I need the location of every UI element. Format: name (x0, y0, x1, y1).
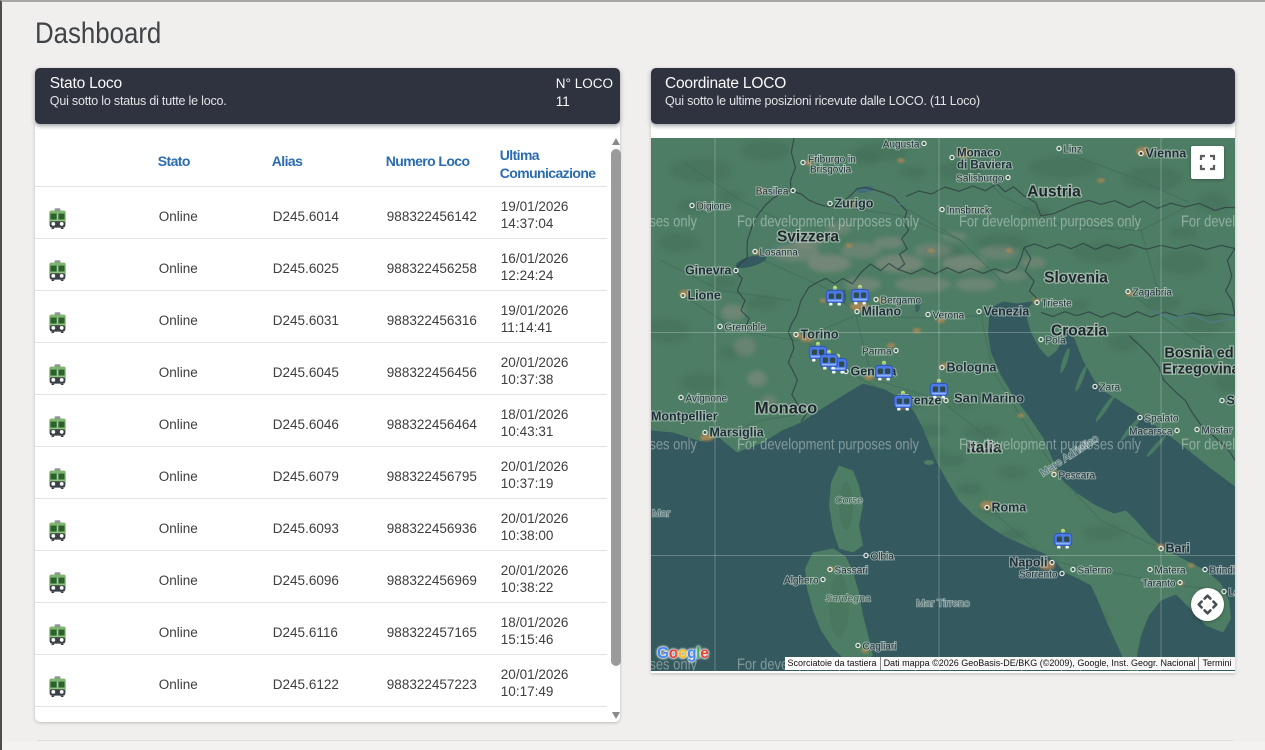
svg-text:For development purposes only: For development purposes only (737, 213, 919, 230)
svg-text:Losanna: Losanna (759, 247, 798, 258)
svg-text:Venezia: Venezia (983, 304, 1030, 318)
svg-text:Brindisi: Brindisi (1209, 565, 1235, 576)
svg-text:Augusta: Augusta (882, 139, 919, 150)
svg-text:Avignone: Avignone (685, 393, 727, 404)
svg-text:For development purposes only: For development purposes only (1181, 213, 1235, 230)
svg-text:Linz: Linz (1063, 144, 1081, 155)
svg-text:Slovenia: Slovenia (1044, 269, 1108, 286)
svg-text:Sorrento: Sorrento (1019, 569, 1058, 580)
svg-text:Roma: Roma (991, 500, 1027, 514)
svg-text:Mostar: Mostar (1201, 425, 1232, 436)
svg-text:Sassari: Sassari (834, 565, 867, 576)
svg-text:Bergamo: Bergamo (880, 295, 921, 306)
svg-text:For development purposes only: For development purposes only (959, 213, 1141, 230)
svg-text:For development purposes only: For development purposes only (737, 436, 919, 453)
svg-text:Lione: Lione (687, 288, 720, 302)
svg-text:Ginevra: Ginevra (684, 263, 732, 277)
svg-text:Verona: Verona (932, 310, 964, 321)
svg-text:Monaco: Monaco (754, 399, 816, 417)
svg-text:Corse: Corse (834, 494, 862, 506)
svg-text:Croazia: Croazia (1051, 322, 1107, 339)
svg-text:S: S (1226, 393, 1234, 407)
svg-text:Bari: Bari (1165, 541, 1189, 555)
svg-text:Erzegovina: Erzegovina (1162, 361, 1235, 377)
svg-text:Basilea: Basilea (755, 186, 788, 197)
svg-text:Bologna: Bologna (946, 360, 997, 374)
svg-text:Salerno: Salerno (1077, 565, 1112, 576)
svg-text:Torino: Torino (800, 327, 838, 341)
svg-text:Trieste: Trieste (1041, 298, 1072, 309)
svg-text:Spalato: Spalato (1144, 413, 1178, 424)
svg-text:Montpellier: Montpellier (651, 409, 718, 423)
svg-text:For development purposes only: For development purposes only (1181, 436, 1235, 453)
svg-text:Matera: Matera (1154, 565, 1186, 576)
svg-text:Mar Tirreno: Mar Tirreno (916, 597, 970, 609)
svg-text:Pescara: Pescara (1058, 470, 1095, 481)
svg-text:Taranto: Taranto (1142, 578, 1176, 589)
svg-text:Lecce: Lecce (1228, 587, 1235, 598)
svg-text:Bosnia ed: Bosnia ed (1164, 345, 1233, 361)
svg-text:Brisgovia: Brisgovia (810, 164, 852, 175)
svg-text:Cagliari: Cagliari (862, 641, 896, 652)
svg-text:Monaco: Monaco (957, 147, 1000, 159)
svg-text:For development purposes only: For development purposes only (651, 213, 697, 230)
svg-text:San Marino: San Marino (954, 390, 1024, 405)
svg-text:Milano: Milano (861, 304, 901, 318)
svg-text:Grenoble: Grenoble (724, 322, 766, 333)
svg-text:For development purposes only: For development purposes only (651, 436, 697, 453)
svg-text:Zurigo: Zurigo (834, 196, 873, 210)
svg-text:Napoli: Napoli (1009, 555, 1047, 569)
svg-text:Olbia: Olbia (870, 551, 894, 562)
svg-text:Vienna: Vienna (1145, 146, 1187, 160)
svg-text:di Baviera: di Baviera (957, 159, 1013, 171)
svg-text:For development purposes only: For development purposes only (959, 436, 1141, 453)
svg-text:Sardegna: Sardegna (825, 592, 871, 604)
svg-text:Digione: Digione (696, 201, 730, 212)
svg-text:Salisburgo: Salisburgo (956, 173, 1004, 184)
svg-text:Alghero: Alghero (784, 575, 819, 586)
svg-text:Parma: Parma (862, 346, 892, 357)
svg-text:Zara: Zara (1099, 382, 1120, 393)
svg-text:Zagabria: Zagabria (1132, 287, 1172, 298)
svg-text:Mar: Mar (652, 507, 671, 519)
svg-text:Svizzera: Svizzera (776, 228, 838, 245)
svg-text:Austria: Austria (1027, 183, 1081, 200)
